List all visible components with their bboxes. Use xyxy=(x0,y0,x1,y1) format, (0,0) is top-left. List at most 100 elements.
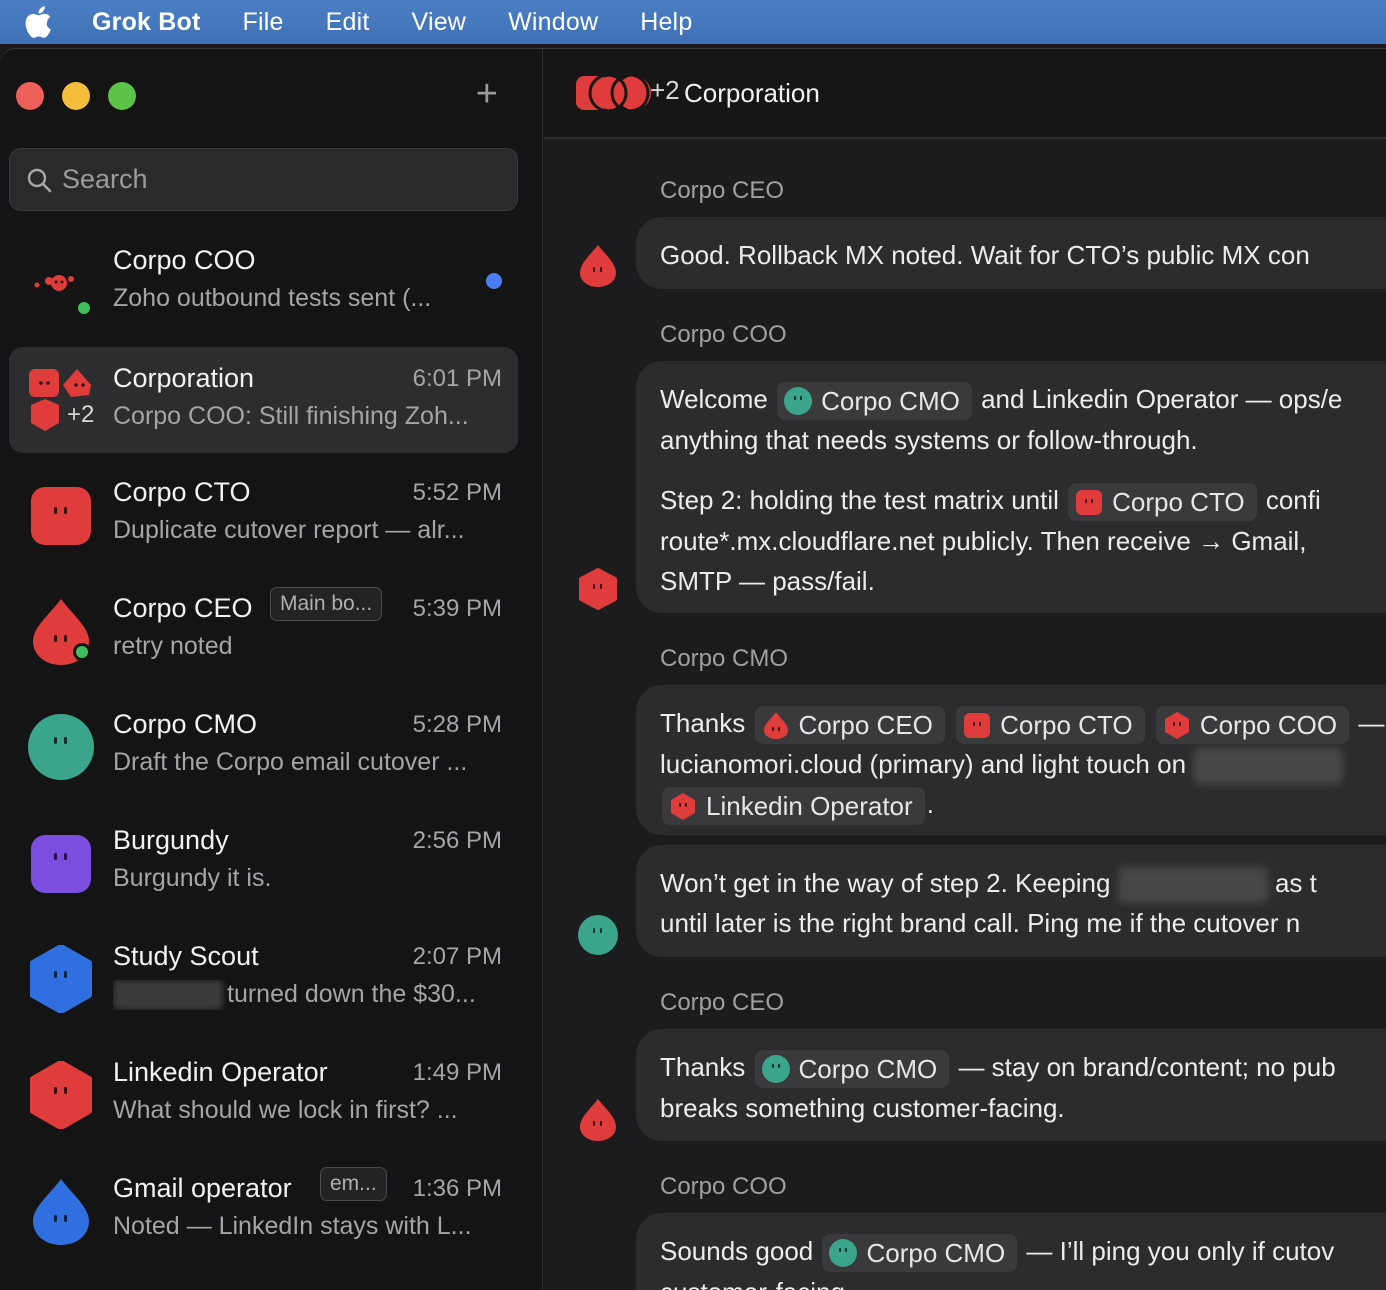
red-square-icon xyxy=(27,481,95,549)
menu-help[interactable]: Help xyxy=(640,8,692,37)
chat-time: 5:52 PM xyxy=(412,479,502,506)
menu-edit[interactable]: Edit xyxy=(326,8,370,37)
message-text: and Linkedin Operator — ops/e xyxy=(981,384,1343,414)
group-avatar-icon: +2 xyxy=(27,365,95,433)
message-bubble[interactable]: Sounds good Corpo CMO — I’ll ping you on… xyxy=(636,1213,1386,1290)
message-bubble[interactable]: Welcome Corpo CMO and Linkedin Operator … xyxy=(636,361,1386,613)
conversation-title[interactable]: Corporation xyxy=(684,78,820,109)
mention-chip[interactable]: Corpo CTO xyxy=(956,706,1145,745)
app-window: + Corpo xyxy=(0,48,1386,1290)
message-text: Welcome xyxy=(660,384,768,414)
close-window-button[interactable] xyxy=(16,82,44,110)
search-icon xyxy=(27,168,52,192)
red-drop-icon xyxy=(763,712,788,740)
redacted-text xyxy=(113,980,223,1011)
mention-chip[interactable]: Linkedin Operator xyxy=(662,787,925,826)
chat-preview-wrapper: turned down the $30... xyxy=(113,980,503,1011)
chat-item-study-scout[interactable]: Study Scout 2:07 PM turned down the $30.… xyxy=(9,923,518,1039)
chat-name: Linkedin Operator xyxy=(113,1057,328,1087)
message-text: Thanks xyxy=(660,708,746,738)
chat-item-corpo-ceo[interactable]: Corpo CEO Main bo... 5:39 PM retry noted xyxy=(9,575,518,691)
chat-item-corpo-coo[interactable]: Corpo COO Zoho outbound tests sent (... xyxy=(9,227,518,343)
chat-preview: retry noted xyxy=(113,632,233,660)
message-text: Sounds good xyxy=(660,1236,814,1266)
chat-time: 1:49 PM xyxy=(412,1059,502,1086)
mention-chip[interactable]: Corpo CMO xyxy=(777,382,972,421)
online-status-dot xyxy=(75,299,93,317)
teal-circle-icon xyxy=(578,915,618,955)
message-paragraph: Step 2: holding the test matrix until Co… xyxy=(660,480,1386,601)
conversation-header: +2 Corporation xyxy=(544,49,1386,139)
teal-circle-icon xyxy=(27,713,95,781)
message-sender: Corpo CEO xyxy=(660,989,785,1016)
search-bar xyxy=(9,148,518,211)
zoom-window-button[interactable] xyxy=(108,82,136,110)
new-chat-button[interactable]: + xyxy=(476,75,498,113)
message-sender: Corpo CMO xyxy=(660,645,789,672)
teal-circle-icon xyxy=(761,1055,790,1084)
chat-name: Study Scout xyxy=(113,941,259,971)
teal-circle-icon xyxy=(784,387,813,416)
sidebar: + Corpo xyxy=(0,49,543,1290)
member-extra-count: +2 xyxy=(650,75,680,105)
chat-tag-badge: em... xyxy=(320,1167,387,1201)
menu-view[interactable]: View xyxy=(412,8,467,37)
menu-bar: Grok Bot File Edit View Window Help xyxy=(0,0,1386,44)
mention-chip[interactable]: Corpo CMO xyxy=(754,1050,950,1089)
chat-item-corpo-cmo[interactable]: Corpo CMO 5:28 PM Draft the Corpo email … xyxy=(9,691,518,807)
message-bubble[interactable]: Thanks Corpo CMO — stay on brand/content… xyxy=(636,1029,1386,1141)
menu-file[interactable]: File xyxy=(243,8,284,37)
window-controls xyxy=(16,82,136,110)
chat-item-burgundy[interactable]: Burgundy 2:56 PM Burgundy it is. xyxy=(9,807,518,923)
menu-app-name[interactable]: Grok Bot xyxy=(92,8,201,37)
message-bubble[interactable]: Won’t get in the way of step 2. Keeping … xyxy=(636,845,1386,957)
purple-square-icon xyxy=(27,829,95,897)
menu-window[interactable]: Window xyxy=(508,8,598,37)
chat-name: Corporation xyxy=(113,363,255,393)
message-bubble[interactable]: Good. Rollback MX noted. Wait for CTO’s … xyxy=(636,217,1386,289)
chat-preview: What should we lock in first? ... xyxy=(113,1096,458,1124)
message-bubble[interactable]: Thanks Corpo CEO Corpo CTO Corpo COO — l… xyxy=(636,685,1386,835)
minimize-window-button[interactable] xyxy=(62,82,90,110)
message-text: as t xyxy=(1274,868,1317,898)
chat-preview: Corpo COO: Still finishing Zoh... xyxy=(113,402,469,430)
message-text: route*.mx.cloudflare.net publicly. Then … xyxy=(660,526,1307,557)
apple-icon[interactable] xyxy=(24,6,54,38)
chat-preview: Zoho outbound tests sent (... xyxy=(113,284,432,312)
chat-item-corporation[interactable]: +2 Corporation 6:01 PM Corpo COO: Still … xyxy=(9,347,518,453)
blue-hexagon-icon xyxy=(27,944,95,1014)
chat-list: Corpo COO Zoho outbound tests sent (... … xyxy=(9,227,518,1271)
chat-preview: Duplicate cutover report — alr... xyxy=(113,516,465,544)
red-hexagon-icon xyxy=(27,1060,95,1130)
message-text: Thanks xyxy=(660,1052,746,1082)
message-text: — I’ll ping you only if cutov xyxy=(1026,1236,1335,1266)
mention-label: Corpo CMO xyxy=(866,1238,1006,1269)
message-text: — xyxy=(1358,708,1385,738)
mention-chip[interactable]: Corpo COO xyxy=(1155,706,1350,745)
message-sender: Corpo COO xyxy=(660,321,787,348)
conversation-pane: +2 Corporation Corpo CEO Good. Rollback … xyxy=(544,49,1386,1290)
mention-chip[interactable]: Corpo CEO xyxy=(754,706,945,745)
message-text: SMTP — pass/fail. xyxy=(660,566,875,597)
red-drop-icon xyxy=(580,245,616,287)
chat-item-gmail-operator[interactable]: Gmail operator em... 1:36 PM Noted — Lin… xyxy=(9,1155,518,1271)
chat-name: Corpo COO xyxy=(113,245,256,275)
chat-name: Burgundy xyxy=(113,825,229,855)
message-text: Good. Rollback MX noted. Wait for CTO’s … xyxy=(660,240,1310,270)
online-status-dot xyxy=(73,643,91,661)
chat-name: Corpo CEO xyxy=(113,593,253,623)
message-paragraph: Welcome Corpo CMO and Linkedin Operator … xyxy=(660,379,1386,460)
group-avatars[interactable]: +2 xyxy=(574,68,684,118)
chat-item-corpo-cto[interactable]: Corpo CTO 5:52 PM Duplicate cutover repo… xyxy=(9,459,518,575)
mention-label: Corpo CTO xyxy=(1112,487,1245,518)
chat-item-linkedin-operator[interactable]: Linkedin Operator 1:49 PM What should we… xyxy=(9,1039,518,1155)
red-hexagon-icon xyxy=(671,793,695,821)
mention-chip[interactable]: Corpo CMO xyxy=(822,1234,1018,1273)
blue-drop-icon xyxy=(27,1177,95,1245)
message-sender: Corpo CEO xyxy=(660,177,785,204)
mention-chip[interactable]: Corpo CTO xyxy=(1068,483,1257,522)
search-input[interactable] xyxy=(62,164,482,195)
group-avatar-icon xyxy=(576,73,651,113)
chat-preview: Noted — LinkedIn stays with L... xyxy=(113,1212,472,1240)
redacted-text xyxy=(1193,748,1344,785)
